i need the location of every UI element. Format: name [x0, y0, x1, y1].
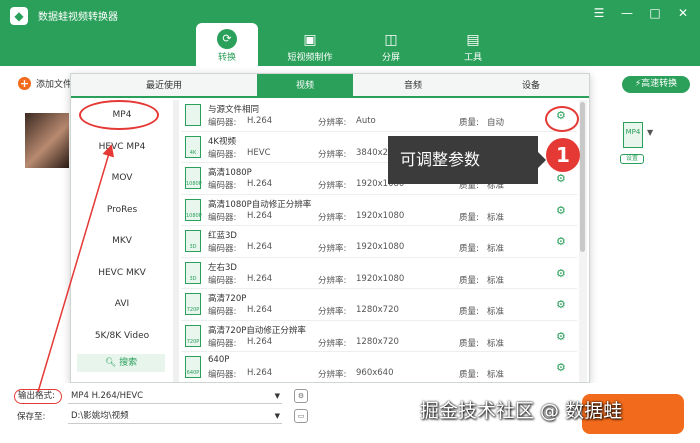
- arrow-to-mp4: [37, 144, 115, 393]
- annotation-arrows: [37, 144, 115, 393]
- watermark: 掘金技术社区 @ 数据蛙: [420, 400, 623, 422]
